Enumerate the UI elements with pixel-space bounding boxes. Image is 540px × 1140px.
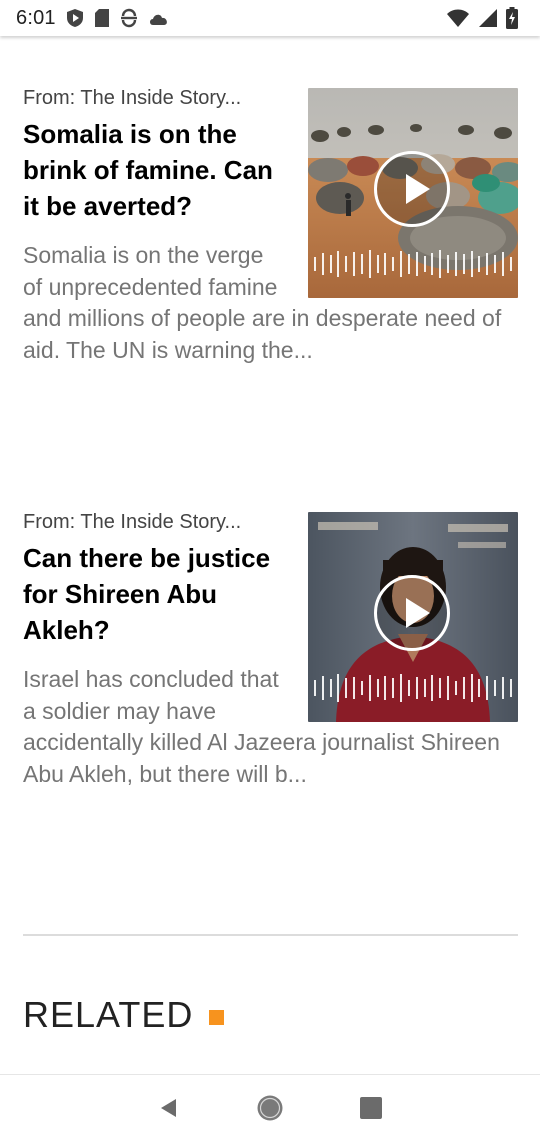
- related-accent-square: [209, 1009, 225, 1025]
- article-content[interactable]: From: The Inside Story... Somalia is on …: [0, 36, 540, 1074]
- story-thumbnail[interactable]: [308, 88, 518, 298]
- shield-play-icon: [66, 8, 84, 28]
- back-icon[interactable]: [157, 1096, 181, 1120]
- sync-icon: [120, 8, 138, 28]
- story-card[interactable]: From: The Inside Story... Somalia is on …: [23, 86, 518, 366]
- play-icon[interactable]: [374, 575, 450, 651]
- related-heading: RELATED: [23, 994, 225, 1036]
- signal-icon: [478, 8, 498, 28]
- cloud-icon: [148, 10, 170, 26]
- play-icon[interactable]: [374, 151, 450, 227]
- status-bar: 6:01: [0, 0, 540, 36]
- navigation-bar: [0, 1074, 540, 1140]
- battery-icon: [506, 7, 518, 29]
- sd-card-icon: [94, 8, 110, 28]
- home-icon[interactable]: [256, 1094, 284, 1122]
- recents-icon[interactable]: [359, 1096, 383, 1120]
- audio-waveform: [308, 672, 518, 704]
- related-title: RELATED: [23, 994, 194, 1035]
- story-thumbnail[interactable]: [308, 512, 518, 722]
- section-divider: [23, 934, 518, 936]
- wifi-icon: [446, 8, 470, 28]
- clock: 6:01: [16, 6, 56, 29]
- audio-waveform: [308, 248, 518, 280]
- story-card[interactable]: From: The Inside Story... Can there be j…: [23, 510, 518, 790]
